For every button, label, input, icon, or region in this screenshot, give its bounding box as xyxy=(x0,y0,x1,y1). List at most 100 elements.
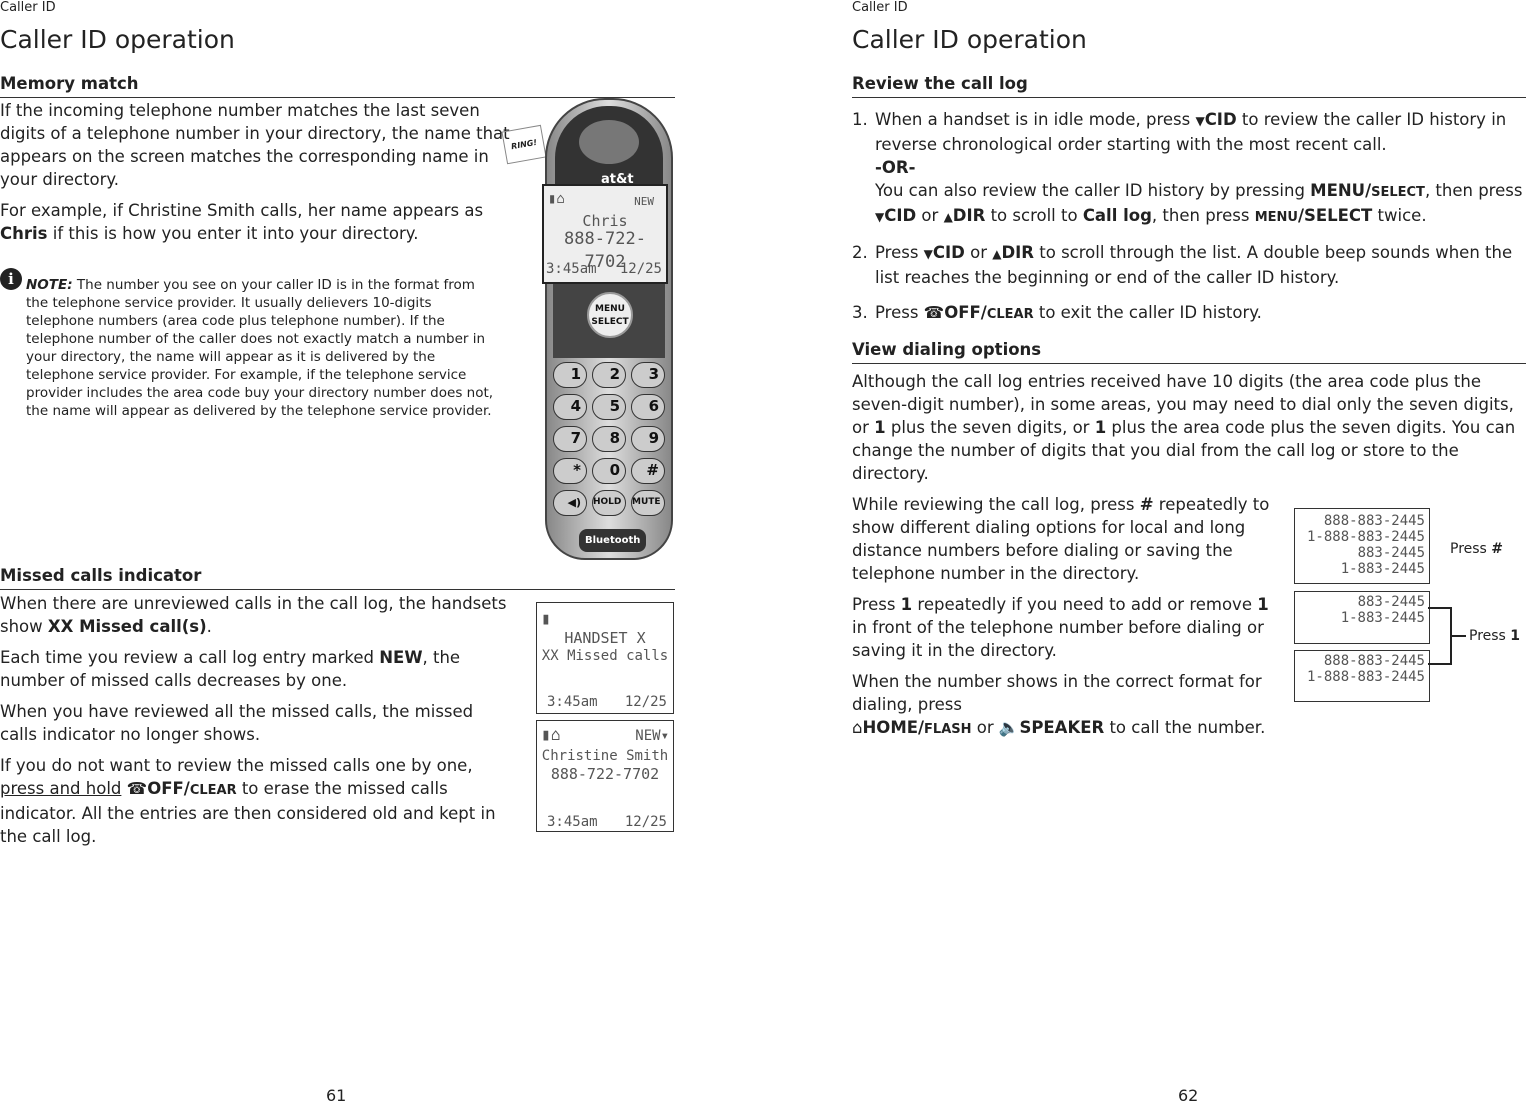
key-2: 2 xyxy=(592,362,626,388)
text: Chris xyxy=(0,224,48,243)
press-hash-label: Press # xyxy=(1450,538,1503,561)
paragraph: While reviewing the call log, press # re… xyxy=(852,493,1272,585)
text: or xyxy=(971,718,999,737)
paragraph: Press 1 repeatedly if you need to add or… xyxy=(852,593,1277,662)
step-number: 3. xyxy=(852,303,868,322)
step-number: 2. xyxy=(852,243,868,262)
page-title: Caller ID operation xyxy=(0,25,235,54)
number-format: 888-883-2445 xyxy=(1323,653,1425,669)
text: You can also review the caller ID histor… xyxy=(875,181,1311,200)
section-heading-memory-match: Memory match xyxy=(0,72,675,98)
step-1: 1. When a handset is in idle mode, press … xyxy=(852,110,1523,225)
text: Call log xyxy=(1082,206,1152,225)
bracket-connector xyxy=(1428,607,1452,665)
text: Press xyxy=(1450,541,1492,557)
text: . xyxy=(206,617,212,636)
text: 1 xyxy=(1094,418,1107,437)
section-heading-missed-calls: Missed calls indicator xyxy=(0,564,675,590)
paragraph: When the number shows in the correct for… xyxy=(852,670,1292,741)
key-9: 9 xyxy=(631,426,665,452)
text: When a handset is in idle mode, press xyxy=(875,110,1196,129)
text: NEW xyxy=(379,648,423,667)
key-4: 4 xyxy=(553,394,587,420)
step-3: 3. Press ☎OFF/CLEAR to exit the caller ID… xyxy=(852,301,1526,326)
text: Press xyxy=(875,243,924,262)
text: If you do not want to review the missed … xyxy=(0,756,473,775)
text: XX Missed call(s) xyxy=(47,617,207,636)
screen-time: 3:45am xyxy=(547,814,598,830)
bluetooth-label: Bluetooth xyxy=(579,529,647,552)
running-head: Caller ID xyxy=(0,0,56,15)
number-format: 1-888-883-2445 xyxy=(1306,529,1425,545)
number-format: 1-883-2445 xyxy=(1340,561,1425,577)
info-icon: i xyxy=(0,268,22,290)
text: press and hold xyxy=(0,779,122,798)
text: twice. xyxy=(1372,206,1427,225)
text: to call the number. xyxy=(1104,718,1266,737)
section-heading-review: Review the call log xyxy=(852,72,1526,98)
text: Press xyxy=(1469,628,1511,644)
text: , then press xyxy=(1424,181,1523,200)
battery-home-icon: ▮⌂ xyxy=(548,191,565,207)
review-steps: 1. When a handset is in idle mode, press … xyxy=(852,108,1526,338)
handset-screen: ▮⌂ NEW Chris 888-722-7702 3:45am 12/25 xyxy=(542,184,668,284)
key-0: 0 xyxy=(592,458,626,484)
ring-burst: RING! xyxy=(501,124,547,165)
page-number: 62 xyxy=(1178,1086,1199,1105)
key-1: 1 xyxy=(553,362,587,388)
text: SELECT xyxy=(591,317,629,327)
key-6: 6 xyxy=(631,394,665,420)
page-61: Caller ID Caller ID operation Memory mat… xyxy=(0,0,675,1105)
key-star: * xyxy=(553,458,587,484)
text: 1 xyxy=(900,595,913,614)
text: Each time you review a call log entry ma… xyxy=(0,648,380,667)
key-3: 3 xyxy=(631,362,665,388)
text: plus the seven digits, or xyxy=(885,418,1095,437)
text: HOME/ xyxy=(862,718,925,737)
battery-home-icon: ▮⌂ xyxy=(541,725,561,744)
text: SPEAKER xyxy=(1019,718,1105,737)
text: While reviewing the call log, press xyxy=(852,495,1140,514)
note: i NOTE: The number you see on your caller… xyxy=(0,268,500,420)
bracket-tick xyxy=(1452,635,1466,637)
text: CLEAR xyxy=(986,307,1034,322)
text: to scroll to xyxy=(985,206,1083,225)
paragraph: Although the call log entries received h… xyxy=(852,370,1522,485)
screen-time: 3:45am xyxy=(547,694,598,710)
text: # xyxy=(1139,495,1154,514)
keypad: 123 456 789 * 0 # ◀) HOLD MUTE xyxy=(553,362,665,516)
number-format: 883-2445 xyxy=(1357,545,1425,561)
text: Press xyxy=(875,303,924,322)
caller-entry-screen: ▮⌂ NEW▾ Christine Smith 888-722-7702 3:4… xyxy=(536,720,674,832)
number-format: 1-888-883-2445 xyxy=(1306,669,1425,685)
home-icon: ⌂ xyxy=(852,718,863,737)
memory-match-text: If the incoming telephone number matches… xyxy=(0,99,510,253)
text: FLASH xyxy=(924,722,972,737)
page-title: Caller ID operation xyxy=(852,25,1087,54)
note-text: The number you see on your caller ID is … xyxy=(26,277,494,419)
text: 1 xyxy=(1257,595,1269,614)
screen-line: XX Missed calls xyxy=(541,648,669,664)
key-hash: # xyxy=(631,458,665,484)
key-5: 5 xyxy=(592,394,626,420)
press-one-label: Press 1 xyxy=(1469,625,1520,648)
screen-date: 12/25 xyxy=(624,814,667,830)
text: -OR- xyxy=(875,158,916,177)
text: MENU xyxy=(595,304,625,314)
dialing-options-screen-long: 888-883-2445 1-888-883-2445 xyxy=(1294,650,1430,702)
number-format: 888-883-2445 xyxy=(1323,513,1425,529)
text: CID xyxy=(932,243,965,262)
text: DIR xyxy=(1001,243,1035,262)
step-2: 2. Press ▼CID or ▲DIR to scroll through t… xyxy=(852,243,1513,287)
text: in front of the telephone number before … xyxy=(852,618,1264,660)
note-label: NOTE: xyxy=(26,277,73,293)
missed-calls-text: When there are unreviewed calls in the c… xyxy=(0,592,532,856)
paragraph: When there are unreviewed calls in the c… xyxy=(0,592,532,638)
section-heading-dialing-options: View dialing options xyxy=(852,338,1526,364)
text: Press xyxy=(852,595,901,614)
step-number: 1. xyxy=(852,110,868,129)
text: repeatedly if you need to add or remove xyxy=(912,595,1258,614)
text: or xyxy=(916,206,944,225)
key-7: 7 xyxy=(553,426,587,452)
number-format: 883-2445 xyxy=(1357,594,1425,610)
